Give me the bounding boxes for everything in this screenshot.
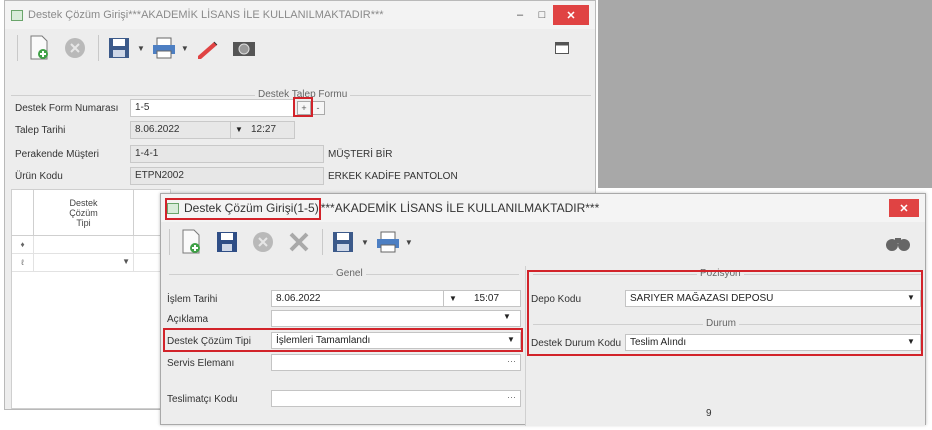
front-window: Destek Çözüm Girişi(1-5) ***AKADEMİK LİS…: [160, 193, 926, 426]
chevron-down-icon[interactable]: ▼: [503, 312, 511, 321]
save-options-icon[interactable]: [329, 227, 359, 257]
new-doc-icon[interactable]: [24, 33, 54, 63]
toolbar-separator: [169, 229, 170, 255]
cozum-tipi-select[interactable]: İşlemleri Tamamlandı: [271, 332, 521, 349]
edit-icon[interactable]: [193, 33, 223, 63]
chevron-down-icon[interactable]: ▼: [449, 294, 457, 303]
close-button[interactable]: ✕: [889, 199, 919, 217]
chevron-down-icon[interactable]: ▼: [361, 238, 369, 247]
ellipsis-icon[interactable]: ···: [507, 356, 516, 366]
musteri-name: MÜŞTERİ BİR: [328, 149, 393, 160]
servis-field[interactable]: [271, 354, 521, 371]
durum-title: Durum: [703, 318, 740, 329]
urun-name: ERKEK KADİFE PANTOLON: [328, 171, 458, 182]
close-button[interactable]: ✕: [553, 5, 589, 25]
depo-label: Depo Kodu: [531, 294, 582, 305]
talep-tarihi-label: Talep Tarihi: [15, 125, 66, 136]
teslimatci-field[interactable]: [271, 390, 521, 407]
aciklama-field[interactable]: [271, 310, 521, 327]
print-icon[interactable]: [373, 227, 403, 257]
chevron-down-icon[interactable]: ▼: [507, 335, 515, 344]
maximize-button[interactable]: □: [531, 6, 553, 24]
front-window-title-suffix: ***AKADEMİK LİSANS İLE KULLANILMAKTADIR*…: [320, 201, 600, 215]
ellipsis-icon[interactable]: ···: [507, 392, 516, 402]
toolbar-separator: [17, 35, 18, 61]
pozisyon-title: Pozisyon: [697, 268, 744, 279]
chevron-down-icon[interactable]: ▼: [405, 238, 413, 247]
urun-code-field[interactable]: ETPN2002: [130, 167, 324, 185]
camera-icon[interactable]: [229, 33, 259, 63]
durum-select[interactable]: Teslim Alındı: [625, 334, 921, 351]
app-icon: [11, 9, 23, 21]
window-icon[interactable]: [547, 33, 577, 63]
cancel-icon[interactable]: [60, 33, 90, 63]
cozum-tipi-label: Destek Çözüm Tipi: [167, 336, 251, 347]
row-marker: ℓ: [12, 254, 34, 271]
lookup-plus-button[interactable]: +: [297, 101, 311, 115]
chevron-down-icon[interactable]: ▼: [122, 257, 130, 266]
musteri-label: Perakende Müşteri: [15, 149, 99, 160]
form-no-field[interactable]: 1-5: [130, 99, 295, 117]
toolbar-separator: [98, 35, 99, 61]
table-row[interactable]: ℓ ▼: [12, 254, 170, 272]
front-window-title: Destek Çözüm Girişi(1-5): [184, 201, 319, 215]
grid-cell[interactable]: [34, 236, 134, 253]
chevron-down-icon[interactable]: ▼: [137, 44, 145, 53]
footer-number: 9: [706, 408, 712, 419]
islem-tarihi-date-field[interactable]: 8.06.2022: [271, 290, 451, 307]
musteri-code-field[interactable]: 1-4-1: [130, 145, 324, 163]
depo-select[interactable]: SARIYER MAĞAZASI DEPOSU: [625, 290, 921, 307]
row-header-corner: [12, 190, 34, 235]
binoculars-icon[interactable]: [883, 227, 913, 257]
save-icon[interactable]: [212, 227, 242, 257]
genel-title: Genel: [333, 268, 366, 279]
app-icon: [167, 202, 179, 214]
table-row[interactable]: ♦: [12, 236, 170, 254]
print-icon[interactable]: [149, 33, 179, 63]
islem-tarihi-label: İşlem Tarihi: [167, 294, 218, 305]
column-header[interactable]: Destek Çözüm Tipi: [34, 190, 134, 235]
back-titlebar[interactable]: Destek Çözüm Girişi***AKADEMİK LİSANS İL…: [5, 1, 595, 29]
cancel-icon[interactable]: [248, 227, 278, 257]
teslimatci-label: Teslimatçı Kodu: [167, 394, 238, 405]
chevron-down-icon[interactable]: ▼: [181, 44, 189, 53]
chevron-down-icon[interactable]: ▼: [907, 293, 915, 302]
chevron-down-icon[interactable]: ▼: [235, 125, 243, 134]
grid-header: Destek Çözüm Tipi: [12, 190, 170, 236]
new-doc-icon[interactable]: [176, 227, 206, 257]
back-toolbar: ▼ ▼: [5, 29, 595, 67]
save-options-icon[interactable]: [105, 33, 135, 63]
toolbar-separator: [322, 229, 323, 255]
aciklama-label: Açıklama: [167, 314, 209, 325]
solution-grid: Destek Çözüm Tipi ♦ ℓ ▼: [11, 189, 171, 409]
front-toolbar: ▼ ▼: [161, 222, 925, 262]
lookup-minus-button[interactable]: -: [311, 101, 325, 115]
row-marker: ♦: [12, 236, 34, 253]
grid-cell[interactable]: ▼: [34, 254, 134, 271]
chevron-down-icon[interactable]: ▼: [907, 337, 915, 346]
back-window-title: Destek Çözüm Girişi***AKADEMİK LİSANS İL…: [28, 9, 384, 21]
front-titlebar[interactable]: Destek Çözüm Girişi(1-5) ***AKADEMİK LİS…: [161, 194, 925, 222]
durum-label: Destek Durum Kodu: [531, 338, 622, 349]
form-no-label: Destek Form Numarası: [15, 103, 119, 114]
desktop-background: [598, 0, 932, 188]
servis-label: Servis Elemanı: [167, 358, 235, 369]
urun-label: Ürün Kodu: [15, 171, 63, 182]
minimize-button[interactable]: –: [509, 6, 531, 24]
delete-icon[interactable]: [284, 227, 314, 257]
